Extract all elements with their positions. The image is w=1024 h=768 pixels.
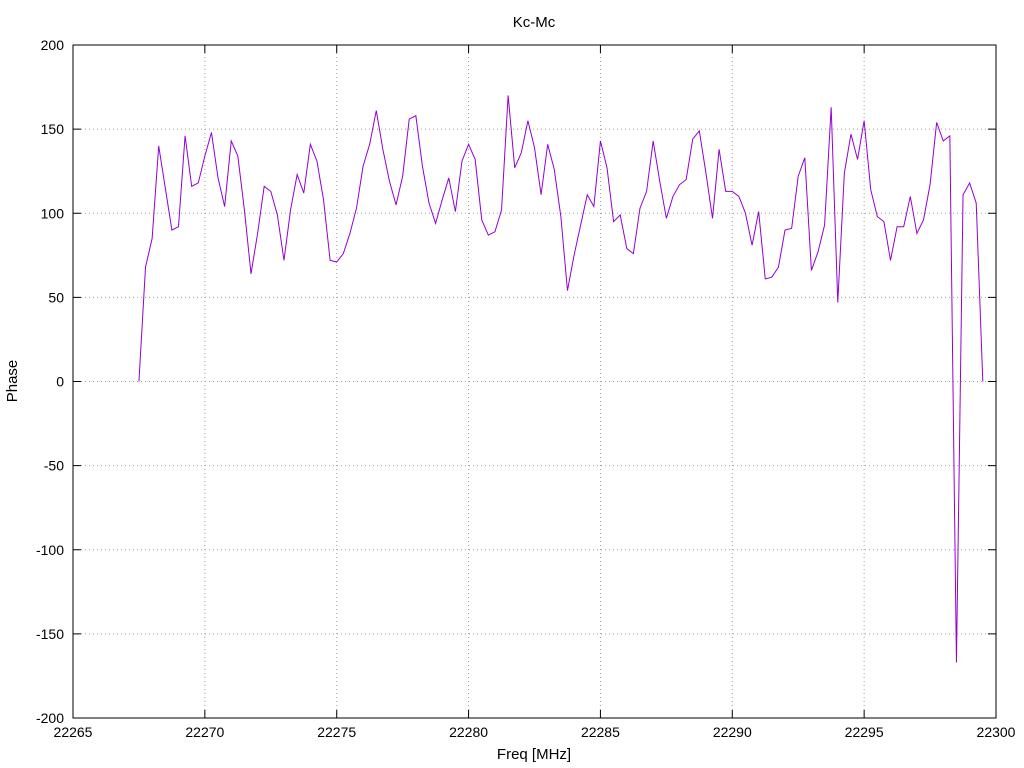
chart-title: Kc-Mc (513, 14, 556, 31)
y-tick-label: -50 (44, 458, 64, 474)
y-tick-label: 50 (48, 289, 64, 305)
y-tick-label: -100 (36, 542, 64, 558)
y-tick-label: -150 (36, 626, 64, 642)
y-tick-label: -200 (36, 710, 64, 726)
y-tick-label: 200 (41, 37, 65, 53)
phase-series-line (138, 95, 984, 663)
x-tick-label: 22275 (317, 724, 356, 740)
x-tick-label: 22285 (581, 724, 620, 740)
x-axis-label: Freq [MHz] (497, 746, 571, 763)
x-tick-label: 22265 (54, 724, 93, 740)
series-group (138, 95, 984, 663)
y-tick-label: 150 (41, 121, 65, 137)
y-axis-ticks: 200 150 100 50 0 -50 -100 -150 -200 (36, 37, 996, 726)
x-tick-label: 22270 (185, 724, 224, 740)
x-tick-label: 22290 (713, 724, 752, 740)
y-tick-label: 0 (56, 374, 64, 390)
x-tick-label: 22300 (977, 724, 1016, 740)
y-axis-label: Phase (4, 360, 21, 403)
y-tick-label: 100 (41, 205, 65, 221)
x-tick-label: 22295 (845, 724, 884, 740)
phase-line-chart: Kc-Mc 22265 22270 22275 22280 22285 22290 2229… (4, 14, 1016, 763)
x-tick-label: 22280 (449, 724, 488, 740)
